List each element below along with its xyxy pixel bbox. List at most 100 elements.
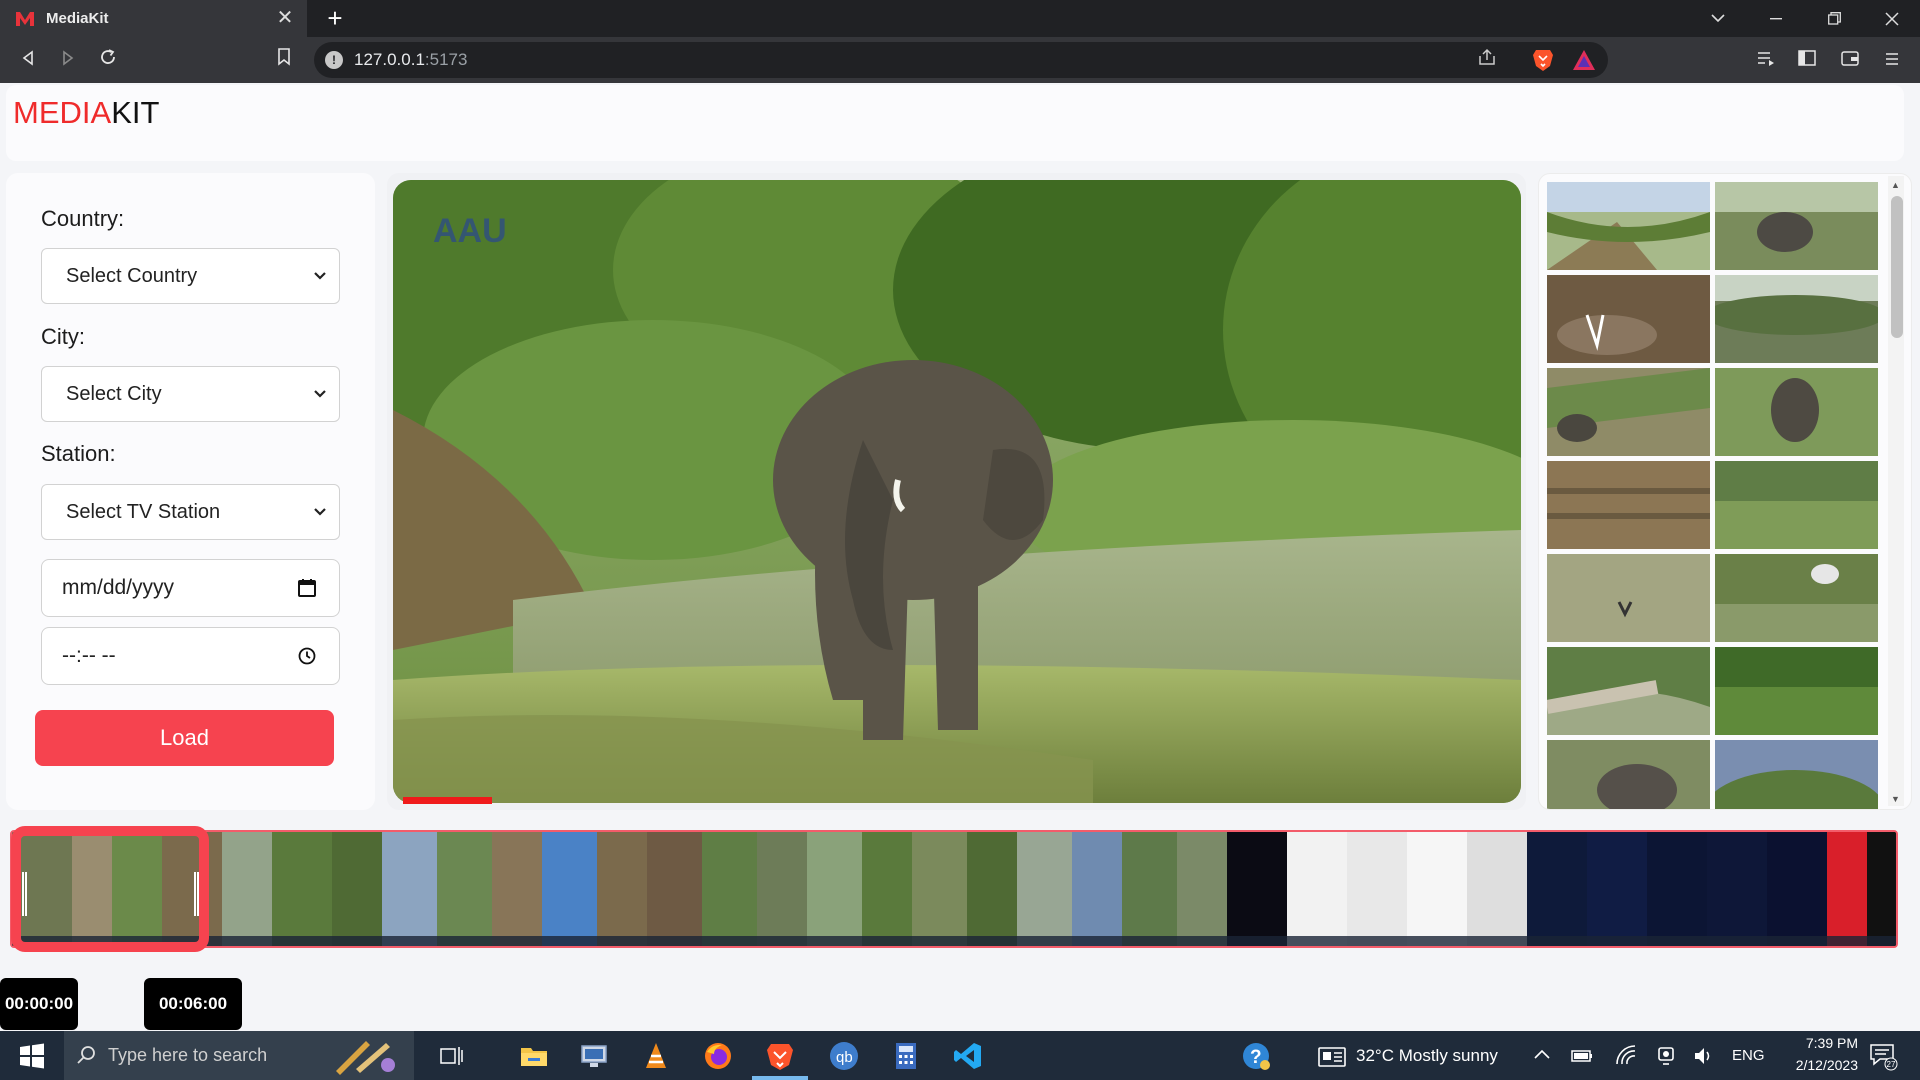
url-text[interactable]: 127.0.0.1:5173: [354, 50, 467, 70]
range-start-handle[interactable]: [22, 872, 27, 916]
clock-date[interactable]: 2/12/2023: [1752, 1057, 1858, 1073]
battery-icon[interactable]: [1570, 1044, 1594, 1068]
brave-rewards-icon[interactable]: [1572, 49, 1596, 71]
show-hidden-icons-icon[interactable]: [1534, 1043, 1550, 1064]
vscode-icon[interactable]: [952, 1040, 984, 1072]
video-thumbnail[interactable]: [1715, 740, 1878, 809]
bookmark-icon[interactable]: [270, 46, 298, 74]
qbittorrent-icon[interactable]: qb: [828, 1040, 860, 1072]
help-icon[interactable]: ?: [1240, 1040, 1272, 1072]
video-thumbnail[interactable]: [1715, 554, 1878, 642]
video-thumbnail[interactable]: [1547, 461, 1710, 549]
video-watermark: AAU: [433, 212, 507, 250]
clock-time[interactable]: 7:39 PM: [1752, 1035, 1858, 1051]
video-player[interactable]: AAU: [393, 180, 1521, 803]
volume-icon[interactable]: [1692, 1044, 1716, 1068]
video-thumbnail[interactable]: [1547, 275, 1710, 363]
wallet-icon[interactable]: [1836, 46, 1864, 74]
date-input-placeholder: mm/dd/yyyy: [62, 576, 175, 599]
task-view-icon[interactable]: [435, 1040, 467, 1072]
timeline-range-selector[interactable]: [11, 826, 209, 952]
browser-toolbar: ! 127.0.0.1:5173: [0, 37, 1920, 83]
video-thumbnail[interactable]: [1715, 647, 1878, 735]
elephant-video-frame: AAU: [393, 180, 1521, 803]
time-input-placeholder: --:-- --: [62, 644, 116, 667]
video-thumbnail[interactable]: [1547, 368, 1710, 456]
minimize-window-icon[interactable]: [1748, 0, 1804, 37]
city-label: City:: [41, 324, 85, 349]
close-tab-icon[interactable]: ✕: [273, 6, 297, 30]
tab-title: MediaKit: [46, 10, 109, 27]
notification-center-icon[interactable]: 27: [1868, 1041, 1898, 1071]
thumbnail-scrollbar-thumb[interactable]: [1891, 196, 1903, 338]
timeline-filmstrip[interactable]: [10, 830, 1898, 948]
video-progress-bar[interactable]: [403, 797, 492, 804]
video-thumbnail[interactable]: [1715, 368, 1878, 456]
close-window-icon[interactable]: [1864, 0, 1920, 37]
video-thumbnail[interactable]: [1715, 461, 1878, 549]
firefox-icon[interactable]: [702, 1040, 734, 1072]
reload-icon[interactable]: [94, 46, 122, 74]
weather-text[interactable]: 32°C Mostly sunny: [1356, 1046, 1498, 1066]
chevron-down-icon: [314, 272, 326, 280]
station-select-value: Select TV Station: [66, 500, 221, 523]
country-select[interactable]: Select Country: [41, 248, 340, 304]
video-thumbnail[interactable]: [1547, 740, 1710, 809]
search-placeholder: Type here to search: [108, 1045, 268, 1065]
file-explorer-icon[interactable]: [518, 1040, 550, 1072]
windows-start-icon[interactable]: [16, 1040, 48, 1072]
search-icon: [77, 1046, 95, 1064]
site-info-icon[interactable]: !: [325, 51, 343, 69]
country-select-value: Select Country: [66, 264, 198, 287]
start-time-badge: 00:00:00: [0, 978, 78, 1030]
weather-news-icon[interactable]: [1316, 1040, 1348, 1072]
video-thumbnail[interactable]: [1547, 554, 1710, 642]
browser-tab-strip: MediaKit ✕ +: [0, 0, 1920, 37]
webcam-icon[interactable]: [1654, 1044, 1678, 1068]
tab-search-chevron-icon[interactable]: [1690, 0, 1746, 37]
clock-icon[interactable]: [297, 646, 317, 666]
svg-text:?: ?: [1250, 1047, 1262, 1068]
scroll-up-icon[interactable]: ▲: [1891, 180, 1900, 190]
playlist-icon[interactable]: [1752, 46, 1780, 74]
share-icon[interactable]: [1477, 48, 1497, 71]
video-thumbnail[interactable]: [1547, 182, 1710, 270]
brave-shields-icon[interactable]: [1532, 48, 1554, 72]
mediakit-logo[interactable]: MEDIAKIT: [13, 95, 159, 131]
restore-window-icon[interactable]: [1806, 0, 1862, 37]
range-end-handle[interactable]: [194, 872, 199, 916]
time-input[interactable]: --:-- --: [41, 627, 340, 685]
calendar-icon[interactable]: [297, 578, 317, 598]
video-thumbnail[interactable]: [1715, 182, 1878, 270]
svg-text:qb: qb: [836, 1049, 853, 1066]
country-label: Country:: [41, 206, 125, 231]
browser-tab-mediakit[interactable]: MediaKit ✕: [0, 0, 307, 37]
wifi-icon[interactable]: [1614, 1044, 1638, 1068]
taskbar-search-box[interactable]: Type here to search: [64, 1031, 414, 1080]
active-app-indicator: [752, 1076, 808, 1080]
station-select[interactable]: Select TV Station: [41, 484, 340, 540]
video-thumbnail[interactable]: [1547, 647, 1710, 735]
search-highlight-icon: [336, 1041, 395, 1075]
mediakit-favicon-icon: [16, 11, 34, 26]
app-header: MEDIAKIT: [6, 85, 1904, 161]
load-button[interactable]: Load: [35, 710, 334, 766]
scroll-down-icon[interactable]: ▼: [1891, 794, 1900, 804]
brave-browser-icon[interactable]: [764, 1040, 796, 1072]
forward-icon[interactable]: [54, 46, 82, 74]
new-tab-button[interactable]: +: [320, 3, 350, 33]
video-thumbnail[interactable]: [1715, 275, 1878, 363]
remote-desktop-icon[interactable]: [578, 1040, 610, 1072]
date-input[interactable]: mm/dd/yyyy: [41, 559, 340, 617]
menu-icon[interactable]: [1878, 46, 1906, 74]
address-bar[interactable]: ! 127.0.0.1:5173: [314, 42, 1608, 78]
vlc-icon[interactable]: [640, 1040, 672, 1072]
calculator-icon[interactable]: [890, 1040, 922, 1072]
back-icon[interactable]: [14, 46, 42, 74]
city-select[interactable]: Select City: [41, 366, 340, 422]
sidebar-icon[interactable]: [1793, 46, 1821, 74]
windows-taskbar: Type here to search qb ? 32°C Mostly sun…: [0, 1031, 1920, 1080]
news-frames: [1227, 832, 1896, 946]
end-time-badge: 00:06:00: [144, 978, 242, 1030]
chevron-down-icon: [314, 508, 326, 516]
